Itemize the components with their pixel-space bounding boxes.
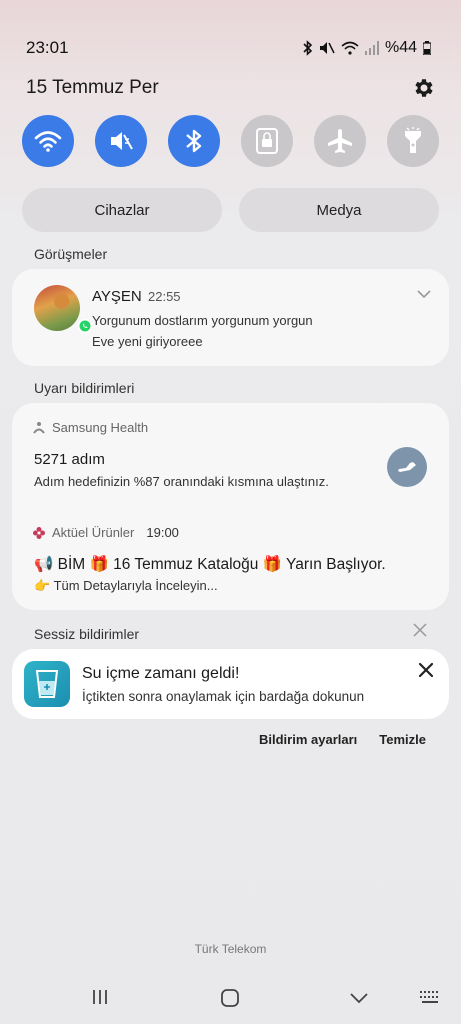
- flower-icon: [33, 526, 45, 539]
- quick-settings: [22, 115, 439, 167]
- conversations-section-title: Görüşmeler: [34, 246, 108, 262]
- silent-section-title: Sessiz bildirimler: [34, 626, 140, 642]
- water-title: Su içme zamanı geldi!: [82, 665, 240, 682]
- close-icon[interactable]: [417, 661, 435, 679]
- alert-notifications: Samsung Health 5271 adım Adım hedefinizi…: [12, 403, 449, 610]
- status-bar: 23:01 %44: [26, 36, 431, 60]
- bluetooth-icon: [186, 129, 202, 153]
- wifi-toggle[interactable]: [22, 115, 74, 167]
- aktuel-urunler-app-row: Aktüel Ürünler 19:00: [32, 525, 179, 540]
- notification-actions: Bildirim ayarları Temizle: [259, 732, 426, 747]
- alerts-section-title: Uyarı bildirimleri: [34, 380, 135, 396]
- mute-status-icon: [319, 42, 335, 54]
- carrier-label: Türk Telekom: [194, 942, 267, 956]
- water-notification[interactable]: Su içme zamanı geldi! İçtikten sonra ona…: [12, 649, 449, 719]
- wifi-status-icon: [341, 41, 359, 55]
- airplane-toggle[interactable]: [314, 115, 366, 167]
- clock: 23:01: [26, 38, 69, 57]
- battery-percent: %44: [384, 39, 417, 56]
- home-icon[interactable]: [220, 988, 240, 1013]
- message-time: 22:55: [148, 289, 181, 304]
- devices-button[interactable]: Cihazlar: [22, 188, 222, 232]
- samsung-health-icon: [33, 421, 45, 434]
- wifi-icon: [34, 131, 62, 152]
- navigation-bar: [0, 984, 461, 1014]
- flashlight-toggle[interactable]: [387, 115, 439, 167]
- clear-button[interactable]: Temizle: [379, 732, 426, 747]
- gear-icon[interactable]: [411, 76, 435, 100]
- whatsapp-icon: [78, 319, 92, 333]
- status-icons: %44: [303, 39, 431, 57]
- water-text: İçtikten sonra onaylamak için bardağa do…: [82, 689, 365, 704]
- rotation-lock-toggle[interactable]: [241, 115, 293, 167]
- close-icon[interactable]: [413, 623, 427, 637]
- app-name: Aktüel Ürünler: [52, 525, 135, 540]
- notification-time: 19:00: [146, 525, 179, 540]
- back-icon[interactable]: [349, 988, 369, 1013]
- bluetooth-status-icon: [303, 40, 313, 56]
- steps-title: 5271 adım: [34, 451, 105, 468]
- panel-buttons: Cihazlar Medya: [22, 188, 439, 232]
- message-line-2: Eve yeni giriyoreee: [92, 334, 203, 349]
- conversation-notification[interactable]: AYŞEN 22:55 Yorgunum dostlarım yorgunum …: [12, 269, 449, 366]
- media-button[interactable]: Medya: [239, 188, 439, 232]
- mute-toggle[interactable]: [95, 115, 147, 167]
- mute-icon: [111, 132, 133, 150]
- water-glass-icon[interactable]: [24, 661, 70, 707]
- rotation-lock-icon: [256, 128, 278, 154]
- header: 15 Temmuz Per: [26, 76, 435, 100]
- samsung-health-app-row: Samsung Health: [32, 420, 148, 435]
- avatar: [34, 285, 80, 331]
- sender-name: AYŞEN: [92, 288, 142, 305]
- keyboard-icon[interactable]: [418, 988, 442, 1011]
- airplane-icon: [328, 129, 352, 153]
- chevron-down-icon[interactable]: [417, 289, 431, 299]
- shoe-icon[interactable]: [387, 447, 427, 487]
- bim-title[interactable]: 📢 BİM 🎁 16 Temmuz Kataloğu 🎁 Yarın Başlı…: [34, 555, 386, 574]
- bluetooth-toggle[interactable]: [168, 115, 220, 167]
- bim-text: 👉 Tüm Detaylarıyla İnceleyin...: [34, 578, 218, 593]
- steps-text: Adım hedefinizin %87 oranındaki kısmına …: [34, 474, 329, 489]
- signal-status-icon: [364, 41, 379, 55]
- app-name: Samsung Health: [52, 420, 149, 435]
- date-label[interactable]: 15 Temmuz Per: [26, 77, 159, 99]
- battery-icon: [423, 41, 431, 55]
- message-line-1: Yorgunum dostlarım yorgunum yorgun: [92, 313, 313, 328]
- notification-settings-button[interactable]: Bildirim ayarları: [259, 732, 357, 747]
- flashlight-icon: [405, 127, 421, 153]
- recents-icon[interactable]: [91, 988, 109, 1011]
